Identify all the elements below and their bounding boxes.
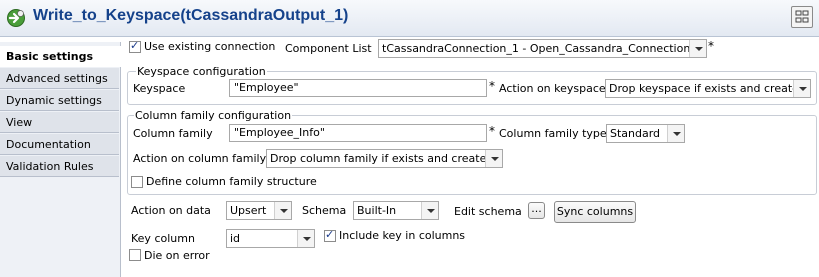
schema-select[interactable]: Built-In [353,201,439,220]
action-on-keyspace-label: Action on keyspace [499,82,606,95]
keyspace-label: Keyspace [133,82,186,95]
include-key-in-columns-label: Include key in columns [339,229,466,242]
sync-columns-button[interactable]: Sync columns [554,201,636,223]
tab-label: Advanced settings [6,72,108,85]
action-on-keyspace-select[interactable]: Drop keyspace if exists and create [605,79,811,98]
column-family-type-value: Standard [610,127,661,140]
column-family-label: Column family [133,127,213,140]
edit-schema-label: Edit schema [454,205,522,218]
keyspace-group-title: Keyspace configuration [136,65,267,79]
schema-label: Schema [302,204,347,217]
tab-label: Dynamic settings [6,94,102,107]
define-column-family-structure-checkbox[interactable] [131,176,143,188]
required-mark: * [489,79,495,93]
action-on-column-family-value: Drop column family if exists and create [270,152,487,165]
action-on-column-family-label: Action on column family [133,152,267,165]
action-on-data-label: Action on data [131,204,211,217]
define-column-family-structure-label: Define column family structure [146,175,317,188]
layout-grid-icon[interactable] [791,6,813,28]
column-family-type-select[interactable]: Standard [606,124,685,143]
use-existing-connection-checkbox[interactable] [129,39,141,53]
use-existing-connection-label: Use existing connection [144,40,276,53]
chevron-down-icon [421,202,438,219]
schema-value: Built-In [357,204,397,217]
tab-advanced-settings[interactable]: Advanced settings [0,68,119,89]
chevron-down-icon [485,150,502,167]
include-key-in-columns-checkbox[interactable] [324,228,336,242]
action-on-data-select[interactable]: Upsert [226,201,292,220]
die-on-error-checkbox[interactable] [129,249,141,261]
tab-validation-rules[interactable]: Validation Rules [0,156,119,177]
tab-label: Basic settings [6,50,94,63]
chevron-down-icon [274,202,291,219]
tab-view[interactable]: View [0,112,119,133]
action-on-column-family-select[interactable]: Drop column family if exists and create [266,149,503,168]
action-on-data-value: Upsert [230,204,267,217]
component-list-value: tCassandraConnection_1 - Open_Cassandra_… [382,42,691,55]
required-mark: * [708,39,714,53]
settings-sidebar: Basic settings Advanced settings Dynamic… [0,42,121,277]
component-list-select[interactable]: tCassandraConnection_1 - Open_Cassandra_… [378,39,707,58]
column-family-input[interactable]: "Employee_Info" [229,124,487,142]
action-on-keyspace-value: Drop keyspace if exists and create [609,82,799,95]
title-bar: Write_to_Keyspace(tCassandraOutput_1) [0,0,819,37]
chevron-down-icon [667,125,684,142]
keyspace-input[interactable]: "Employee" [229,79,487,97]
key-column-label: Key column [131,232,195,245]
die-on-error-label: Die on error [144,249,210,262]
column-family-group-title: Column family configuration [134,109,293,123]
key-column-select[interactable]: id [226,229,315,248]
edit-schema-button[interactable]: ... [528,202,545,219]
tab-label: Documentation [6,138,91,151]
component-list-label: Component List [285,42,372,55]
tab-basic-settings[interactable]: Basic settings [0,46,121,67]
tab-documentation[interactable]: Documentation [0,134,119,155]
window-title: Write_to_Keyspace(tCassandraOutput_1) [33,7,349,24]
chevron-down-icon [793,80,810,97]
required-mark: * [489,124,495,138]
key-column-value: id [230,232,241,245]
chevron-down-icon [689,40,706,57]
component-gear-icon [6,8,26,28]
tab-label: Validation Rules [6,160,94,173]
chevron-down-icon [297,230,314,247]
column-family-type-label: Column family type [499,127,607,140]
tab-dynamic-settings[interactable]: Dynamic settings [0,90,119,111]
tab-label: View [6,116,33,129]
